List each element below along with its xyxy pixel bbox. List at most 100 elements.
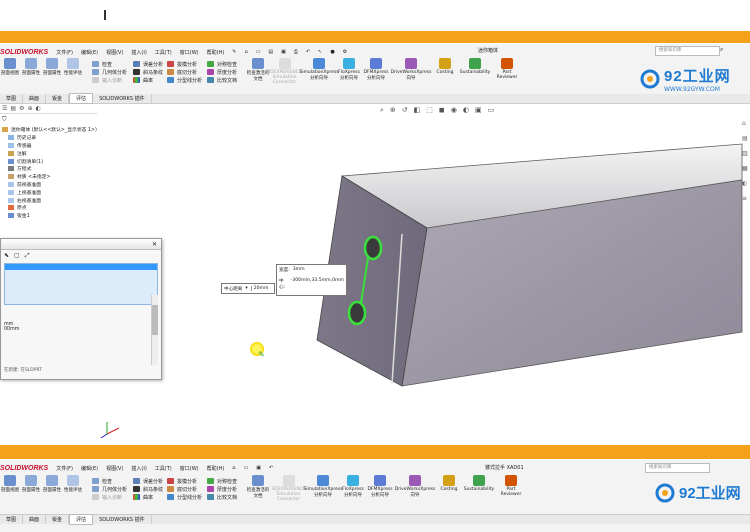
tool-3dx-connector-b[interactable]: 3DEXPERIENCE Simulation Connector bbox=[271, 475, 306, 502]
tool-dfmxpress[interactable]: DFMXpress 分析向导 bbox=[363, 58, 389, 85]
menu-window[interactable]: 窗口(W) bbox=[180, 49, 199, 56]
tab-sketch-b[interactable]: 草图 bbox=[0, 515, 24, 524]
tree-item-annotations[interactable]: 注解 bbox=[2, 149, 97, 157]
property-tab-icon[interactable]: ▤ bbox=[10, 105, 16, 112]
tool-driveworks-b[interactable]: DriveWorksXpress 向导 bbox=[395, 475, 435, 502]
tool-curvature-b[interactable]: 曲率 bbox=[133, 493, 163, 501]
tool-sustainability[interactable]: Sustainability bbox=[459, 58, 491, 85]
search-icon[interactable]: ⌕ bbox=[720, 46, 723, 54]
tool-symmetry-b[interactable]: 对称检查 bbox=[207, 477, 237, 485]
menu-tools[interactable]: 工具(T) bbox=[155, 49, 172, 56]
pin-icon[interactable]: ✎ bbox=[232, 49, 236, 55]
filter-icon[interactable]: ⛉ bbox=[2, 116, 7, 124]
tree-item-origin[interactable]: 原点 bbox=[2, 204, 97, 212]
tool-deviation-b[interactable]: 误差分析 bbox=[133, 477, 163, 485]
tool-floxpress-b[interactable]: FloXpress 分析向导 bbox=[341, 475, 365, 502]
save-icon[interactable]: ▣ bbox=[281, 49, 286, 55]
print-icon[interactable]: ⎙ bbox=[294, 49, 298, 55]
tool-parting-line-b[interactable]: 分型线分析 bbox=[167, 493, 202, 501]
menu-file-bottom[interactable]: 文件(F) bbox=[56, 465, 73, 472]
tool-zebra[interactable]: 斜马条纹 bbox=[133, 68, 163, 76]
menu-file[interactable]: 文件(F) bbox=[56, 49, 73, 56]
new-icon[interactable]: ▭ bbox=[256, 49, 261, 55]
tool-costing-b[interactable]: Costing bbox=[438, 475, 460, 502]
rebuild-icon[interactable]: ● bbox=[330, 49, 334, 55]
tool-driveworks[interactable]: DriveWorksXpress 向导 bbox=[391, 58, 431, 85]
tree-item-front-plane[interactable]: 前视基准面 bbox=[2, 181, 97, 189]
menu-view-bottom[interactable]: 视图(V) bbox=[106, 465, 123, 472]
home-icon-bottom[interactable]: ⌂ bbox=[232, 465, 235, 471]
tool-import-diagnostics[interactable]: 输入诊断 bbox=[92, 76, 127, 84]
tool-3dx-connector[interactable]: 3DEXPERIENCE Simulation Connector bbox=[267, 58, 302, 85]
tab-addins[interactable]: SOLIDWORKS 插件 bbox=[93, 94, 152, 103]
chevron-down-icon[interactable]: ▾ bbox=[245, 286, 247, 291]
tree-item-top-plane[interactable]: 上视基准面 bbox=[2, 188, 97, 196]
menu-window-bottom[interactable]: 窗口(W) bbox=[180, 465, 199, 472]
tool-check[interactable]: 检查 bbox=[92, 60, 127, 68]
tab-evaluate-b[interactable]: 评估 bbox=[69, 514, 94, 525]
search-input-bottom[interactable]: 搜索知识库 bbox=[645, 463, 710, 473]
tab-surface[interactable]: 曲面 bbox=[23, 94, 47, 103]
tool-sustainability-b[interactable]: Sustainability bbox=[463, 475, 495, 502]
tool-geometry-analysis-b[interactable]: 几何体分析 bbox=[92, 485, 127, 493]
tool-check-active-doc-b[interactable]: 检查激活的文档 bbox=[245, 475, 271, 499]
tool-draft-b[interactable]: 拔模分析 bbox=[167, 477, 202, 485]
tool-simxpress-b[interactable]: SimulationXpress 分析向导 bbox=[303, 475, 343, 502]
tool-floxpress[interactable]: FloXpress 分析向导 bbox=[337, 58, 361, 85]
menu-tools-bottom[interactable]: 工具(T) bbox=[155, 465, 172, 472]
tree-item-material[interactable]: 材质 <未指定> bbox=[2, 173, 97, 181]
new-icon-bottom[interactable]: ▭ bbox=[243, 465, 248, 471]
tool-section-view[interactable]: 剖面视图 bbox=[0, 58, 20, 76]
tool-symmetry[interactable]: 对称检查 bbox=[207, 60, 237, 68]
feature-tree-tab-icon[interactable]: ☰ bbox=[2, 105, 7, 112]
search-input[interactable]: 搜索知识库 bbox=[655, 46, 720, 56]
box-tool-icon[interactable]: ▢ bbox=[14, 252, 20, 260]
tool-performance[interactable]: 性能评估 bbox=[63, 58, 83, 76]
dimxpert-tab-icon[interactable]: ⊕ bbox=[27, 105, 32, 112]
tool-simxpress[interactable]: SimulationXpress 分析向导 bbox=[299, 58, 339, 85]
tool-import-diagnostics-b[interactable]: 输入诊断 bbox=[92, 493, 127, 501]
tool-part-reviewer-b[interactable]: Part Reviewer bbox=[498, 475, 524, 502]
tree-item-history[interactable]: 历史记录 bbox=[2, 134, 97, 142]
tool-undercut-b[interactable]: 底切分析 bbox=[167, 485, 202, 493]
tree-item-sensors[interactable]: 传感器 bbox=[2, 142, 97, 150]
tab-sketch[interactable]: 草图 bbox=[0, 94, 24, 103]
tree-root[interactable]: 迷你箱体 (默认<<默认>_显示状态 1>) bbox=[2, 126, 97, 134]
hole-bottom[interactable] bbox=[347, 300, 367, 326]
menu-help-bottom[interactable]: 帮助(H) bbox=[207, 465, 225, 472]
tool-compare-b[interactable]: 比较文档 bbox=[207, 493, 237, 501]
options-icon[interactable]: ⚙ bbox=[343, 49, 347, 55]
tab-evaluate[interactable]: 评估 bbox=[69, 93, 94, 104]
tool-thickness-b[interactable]: 厚度分析 bbox=[207, 485, 237, 493]
tree-item-right-plane[interactable]: 右视基准面 bbox=[2, 196, 97, 204]
menu-help[interactable]: 帮助(H) bbox=[207, 49, 225, 56]
tool-section-props-b2[interactable]: 剖面属性 bbox=[42, 475, 62, 493]
open-icon[interactable]: ▤ bbox=[268, 49, 273, 55]
tool-performance-b[interactable]: 性能评估 bbox=[63, 475, 83, 493]
tool-geometry-analysis[interactable]: 几何体分析 bbox=[92, 68, 127, 76]
tool-part-reviewer[interactable]: Part Reviewer bbox=[494, 58, 520, 85]
tab-surface-b[interactable]: 曲面 bbox=[23, 515, 47, 524]
menu-view[interactable]: 视图(V) bbox=[106, 49, 123, 56]
undo-icon[interactable]: ↶ bbox=[306, 49, 310, 55]
tool-section-props-2[interactable]: 剖面属性 bbox=[42, 58, 62, 76]
tool-section-props-b1[interactable]: 剖面属性 bbox=[21, 475, 41, 493]
menu-edit-bottom[interactable]: 编辑(E) bbox=[81, 465, 98, 472]
3d-viewport[interactable] bbox=[97, 104, 747, 444]
select-tool-icon[interactable]: ⬉ bbox=[4, 252, 9, 260]
tree-item-equations[interactable]: 方程式 bbox=[2, 165, 97, 173]
tool-undercut[interactable]: 底切分析 bbox=[167, 68, 202, 76]
tree-item-sheetmetal[interactable]: 钣金1 bbox=[2, 212, 97, 220]
tab-sheetmetal-b[interactable]: 钣金 bbox=[46, 515, 70, 524]
config-tab-icon[interactable]: ⚙ bbox=[19, 105, 24, 112]
tool-zebra-b[interactable]: 斜马条纹 bbox=[133, 485, 163, 493]
tab-addins-b[interactable]: SOLIDWORKS 插件 bbox=[93, 515, 152, 524]
display-tab-icon[interactable]: ◐ bbox=[35, 105, 40, 112]
tool-deviation[interactable]: 误差分析 bbox=[133, 60, 163, 68]
tool-curvature[interactable]: 曲率 bbox=[133, 76, 163, 84]
tool-compare[interactable]: 比较文档 bbox=[207, 76, 237, 84]
dimension-callout[interactable]: 宽度: 3mm 中心: -300mm,33.5mm,0mm bbox=[276, 264, 347, 296]
hole-top[interactable] bbox=[363, 235, 383, 261]
tool-section-props-1[interactable]: 剖面属性 bbox=[21, 58, 41, 76]
context-dim-box[interactable]: 中心距离 ▾ 20mm bbox=[221, 283, 275, 294]
